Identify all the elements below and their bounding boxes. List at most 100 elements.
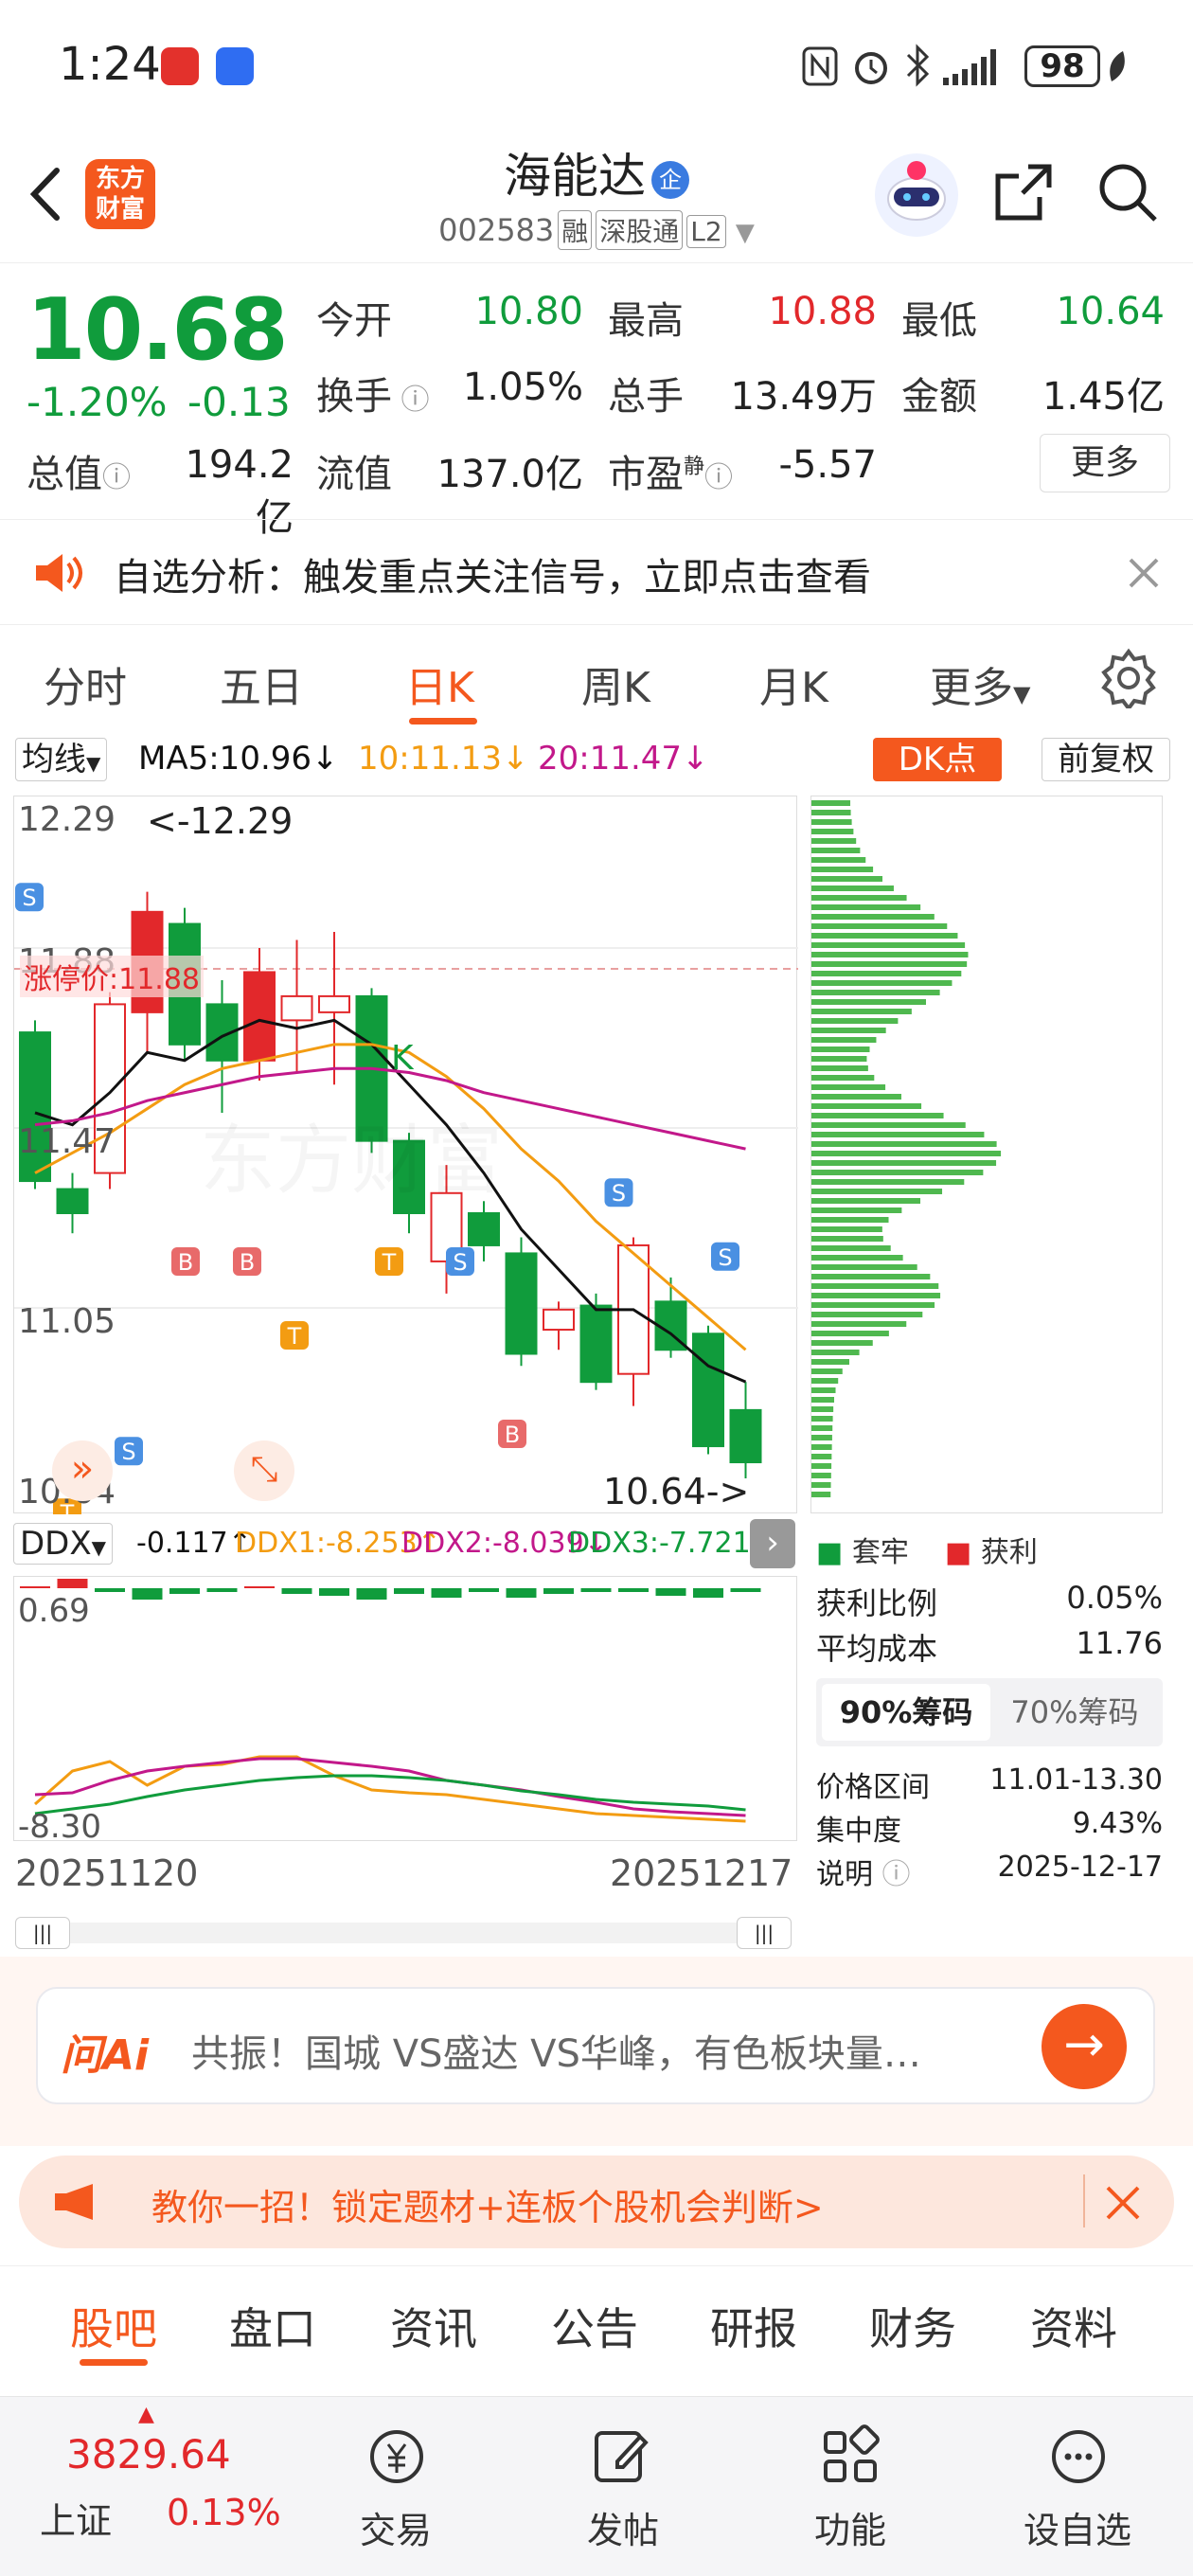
- ddx-axis-bottom: -8.30: [18, 1808, 101, 1846]
- concentration-label: 集中度: [816, 1815, 901, 1848]
- ai-ask-bar[interactable]: 问Ai 共振！国城 VS盛达 VS华峰，有色板块量… →: [36, 1987, 1155, 2104]
- chip-bar: [811, 1084, 886, 1090]
- signal-tag[interactable]: T: [280, 1321, 309, 1350]
- info-icon[interactable]: ⓘ: [102, 461, 131, 494]
- chip-bar: [811, 838, 857, 844]
- tab-finance[interactable]: 财务: [869, 2295, 956, 2357]
- signal-tag[interactable]: B: [233, 1247, 261, 1276]
- signal-tag[interactable]: S: [604, 1178, 633, 1208]
- volume-value: 13.49万: [730, 375, 877, 419]
- kline-chart[interactable]: SBBTTSBSSST 12.29 11.88 11.47 11.05 10.6…: [13, 796, 798, 1528]
- note-label[interactable]: 说明 ⓘ: [816, 1851, 911, 1892]
- info-tabs: 股吧 盘口 资讯 公告 研报 财务 资料: [0, 2265, 1193, 2370]
- range-slider-right-handle[interactable]: |||: [737, 1917, 792, 1949]
- tab-announcements[interactable]: 公告: [551, 2295, 638, 2357]
- svg-text:S: S: [612, 1180, 626, 1207]
- tab-research[interactable]: 研报: [710, 2295, 797, 2357]
- candle-body: [729, 1408, 762, 1464]
- expand-sidebar-icon[interactable]: »: [52, 1440, 113, 1501]
- range-slider-left-handle[interactable]: |||: [15, 1917, 70, 1949]
- signal-tag[interactable]: S: [711, 1242, 739, 1271]
- caret-down-icon: ▼: [1013, 681, 1031, 707]
- ma-select[interactable]: 均线▼: [15, 738, 108, 781]
- ma10-text: 10:11.13: [358, 740, 503, 778]
- candle-body: [468, 1212, 500, 1246]
- chip-bar: [811, 1065, 868, 1071]
- tab-pankou[interactable]: 盘口: [229, 2295, 316, 2357]
- ddx-bar: [655, 1588, 686, 1596]
- ddx-bar: [506, 1588, 537, 1598]
- close-icon[interactable]: [1104, 2184, 1142, 2222]
- note-date: 2025-12-17: [997, 1851, 1163, 1884]
- signal-tag[interactable]: B: [498, 1420, 526, 1448]
- ai-robot-icon[interactable]: [871, 150, 962, 241]
- tab-weekly-k[interactable]: 周K: [581, 653, 650, 714]
- ddx-bar: [618, 1588, 649, 1592]
- tab-five-day[interactable]: 五日: [220, 653, 303, 714]
- chip-bar: [811, 1359, 849, 1365]
- tab-monthly-k[interactable]: 月K: [759, 653, 828, 714]
- chip-bar: [811, 1075, 875, 1081]
- candle-body: [692, 1333, 724, 1448]
- chip-bar: [811, 1094, 901, 1100]
- dk-point-button[interactable]: DK点: [873, 738, 1002, 781]
- info-icon[interactable]: ⓘ: [704, 461, 733, 494]
- nav-trade[interactable]: 交易: [329, 2501, 462, 2553]
- nav-functions[interactable]: 功能: [784, 2501, 917, 2553]
- svg-text:T: T: [382, 1249, 397, 1276]
- low-label: 最低: [901, 299, 977, 343]
- tab-guba[interactable]: 股吧: [70, 2295, 157, 2357]
- info-icon[interactable]: ⓘ: [392, 384, 430, 417]
- tab-chip-70[interactable]: 70%筹码: [992, 1684, 1157, 1741]
- chip-bar: [811, 1113, 944, 1118]
- voice-app-icon: [216, 47, 254, 85]
- settings-gear-icon[interactable]: [1098, 648, 1159, 708]
- index-value[interactable]: 3829.64: [66, 2431, 231, 2478]
- signal-tag[interactable]: T: [375, 1247, 403, 1276]
- chip-bar: [811, 1454, 832, 1459]
- low-value: 10.64: [1056, 290, 1165, 333]
- active-tab-underline: [409, 718, 477, 724]
- alarm-icon: [855, 52, 887, 84]
- bluetooth-icon: [906, 44, 930, 87]
- ddx3-value: DDX3:-7.721↓: [568, 1527, 775, 1560]
- tab-more[interactable]: 更多▼: [930, 653, 1030, 714]
- tab-daily-k[interactable]: 日K: [405, 653, 474, 714]
- nfc-icon: [802, 46, 838, 86]
- volume-label: 总手: [608, 375, 684, 419]
- tab-chip-90[interactable]: 90%筹码: [822, 1684, 990, 1741]
- tab-intraday[interactable]: 分时: [44, 653, 127, 714]
- arrow-right-icon[interactable]: →: [1042, 2004, 1127, 2089]
- nav-watchlist-settings[interactable]: 设自选: [1011, 2501, 1144, 2553]
- svg-text:T: T: [287, 1323, 302, 1350]
- signal-tag[interactable]: B: [171, 1247, 200, 1276]
- ddx-bar: [132, 1588, 163, 1600]
- chart-period-tabs: 分时 五日 日K 周K 月K 更多▼: [0, 625, 1193, 729]
- chip-bar: [811, 942, 966, 948]
- promo-text: 教你一招！锁定题材+连板个股机会判断>: [151, 2187, 824, 2228]
- promo-banner[interactable]: 教你一招！锁定题材+连板个股机会判断>: [19, 2156, 1174, 2248]
- nav-post[interactable]: 发帖: [557, 2501, 689, 2553]
- chip-bar: [811, 1151, 1002, 1156]
- chip-bar: [811, 1378, 839, 1384]
- tab-news[interactable]: 资讯: [390, 2295, 477, 2357]
- signal-tag[interactable]: S: [446, 1247, 474, 1276]
- fullscreen-icon[interactable]: ⤡: [234, 1440, 294, 1501]
- signal-tag[interactable]: S: [115, 1437, 143, 1466]
- adjust-button[interactable]: 前复权: [1042, 738, 1170, 781]
- ddx-select[interactable]: DDX▼: [13, 1523, 114, 1565]
- signal-tag[interactable]: S: [15, 883, 44, 912]
- close-icon[interactable]: [1125, 554, 1163, 592]
- search-icon[interactable]: [1095, 159, 1161, 225]
- ddx3-text: DDX3:-7.721: [568, 1527, 751, 1560]
- more-button[interactable]: 更多: [1040, 434, 1170, 492]
- index-change: 0.13%: [167, 2492, 281, 2533]
- chevron-right-icon[interactable]: ›: [750, 1519, 795, 1568]
- tab-profile[interactable]: 资料: [1030, 2295, 1117, 2357]
- low-marker: 10.64->: [603, 1471, 750, 1512]
- share-icon[interactable]: [990, 159, 1057, 225]
- notice-banner[interactable]: 自选分析：触发重点关注信号，立即点击查看: [0, 519, 1193, 625]
- divider: [1083, 2174, 1085, 2227]
- chip-bar: [811, 1387, 836, 1393]
- chip-bar: [811, 1321, 907, 1327]
